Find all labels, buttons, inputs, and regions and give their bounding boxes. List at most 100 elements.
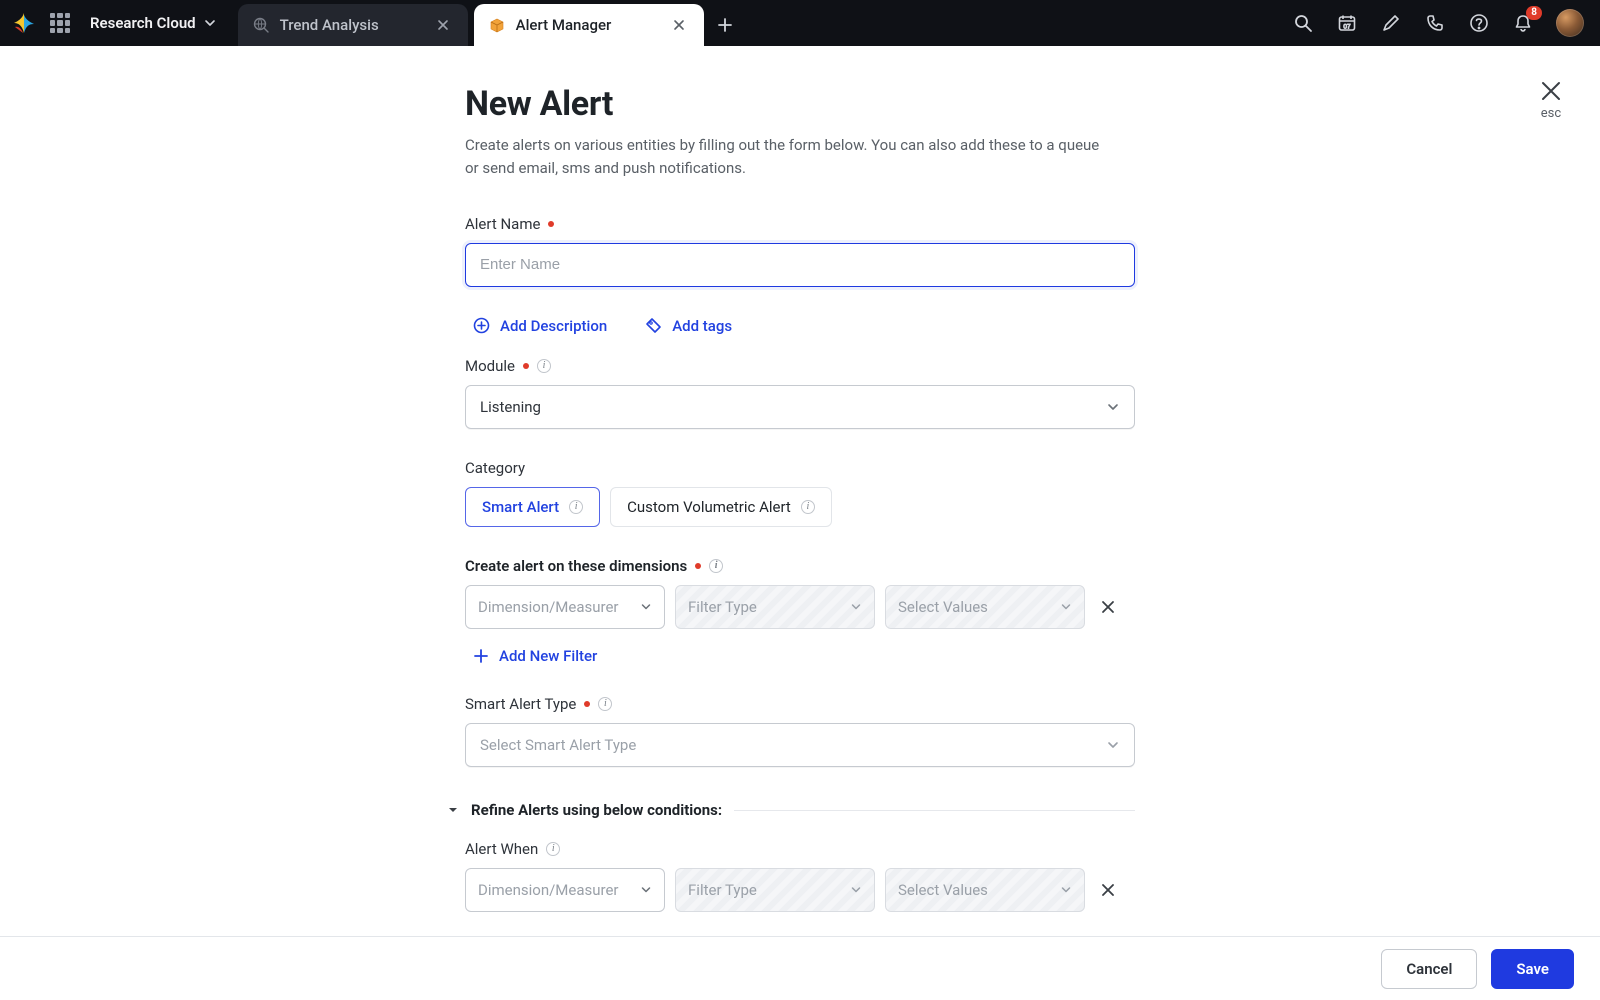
cancel-button[interactable]: Cancel	[1381, 949, 1477, 989]
save-button[interactable]: Save	[1491, 949, 1574, 989]
chevron-down-icon	[1060, 884, 1072, 896]
brand-area	[0, 0, 80, 46]
dimension-select[interactable]: Dimension/Measurer	[465, 585, 665, 629]
chevron-down-icon	[1060, 601, 1072, 613]
alert-when-row: Dimension/Measurer Filter Type Select Va…	[465, 868, 1135, 912]
label-module: Module i	[465, 357, 1135, 375]
tab-close-button[interactable]	[432, 14, 454, 36]
close-icon	[437, 19, 449, 31]
close-icon	[1540, 80, 1562, 102]
caret-down-icon	[447, 804, 459, 816]
field-smart-alert-type: Smart Alert Type i Select Smart Alert Ty…	[465, 695, 1135, 767]
app-logo-icon	[12, 11, 36, 35]
category-options: Smart Alert i Custom Volumetric Alert i	[465, 487, 1135, 527]
calendar-icon: 07	[1337, 13, 1357, 33]
search-icon	[1293, 13, 1313, 33]
category-smart-alert[interactable]: Smart Alert i	[465, 487, 600, 527]
collapse-toggle[interactable]	[447, 801, 459, 820]
filter-type-select[interactable]: Filter Type	[675, 585, 875, 629]
required-dot-icon	[584, 701, 590, 707]
field-alert-when: Alert When i Dimension/Measurer Filter T…	[465, 840, 1135, 912]
svg-text:07: 07	[1343, 24, 1351, 31]
call-button[interactable]	[1424, 12, 1446, 34]
add-tags-button[interactable]: Add tags	[645, 317, 732, 335]
user-avatar[interactable]	[1556, 9, 1584, 37]
alert-when-select-values-select[interactable]: Select Values	[885, 868, 1085, 912]
tab-label: Alert Manager	[516, 16, 658, 34]
globe-search-icon	[252, 16, 270, 34]
required-dot-icon	[548, 221, 554, 227]
tab-label: Trend Analysis	[280, 16, 422, 34]
info-icon[interactable]: i	[569, 500, 583, 514]
chevron-down-icon	[1106, 400, 1120, 414]
label-category: Category	[465, 459, 1135, 477]
chevron-down-icon	[850, 884, 862, 896]
add-new-filter-button[interactable]: Add New Filter	[473, 647, 1135, 665]
topbar-actions: 07 8	[1276, 0, 1600, 46]
chevron-down-icon	[850, 601, 862, 613]
info-icon[interactable]: i	[546, 842, 560, 856]
tab-trend-analysis[interactable]: Trend Analysis	[238, 4, 468, 46]
module-select-value: Listening	[480, 398, 541, 416]
close-icon	[673, 19, 685, 31]
field-dimensions: Create alert on these dimensions i Dimen…	[465, 557, 1135, 665]
page: esc New Alert Create alerts on various e…	[0, 46, 1600, 1000]
required-dot-icon	[695, 563, 701, 569]
field-category: Category Smart Alert i Custom Volumetric…	[465, 459, 1135, 527]
chevron-down-icon	[640, 884, 652, 896]
label-alert-name: Alert Name	[465, 215, 1135, 233]
select-values-select[interactable]: Select Values	[885, 585, 1085, 629]
plus-icon	[717, 17, 733, 33]
notifications-button[interactable]: 8	[1512, 12, 1534, 34]
form-content: New Alert Create alerts on various entit…	[465, 46, 1135, 936]
close-icon	[1100, 599, 1116, 615]
remove-row-button[interactable]	[1095, 594, 1121, 620]
info-icon[interactable]: i	[598, 697, 612, 711]
help-icon	[1469, 13, 1489, 33]
chevron-down-icon	[640, 601, 652, 613]
dimension-row: Dimension/Measurer Filter Type Select Va…	[465, 585, 1135, 629]
help-button[interactable]	[1468, 12, 1490, 34]
field-module: Module i Listening	[465, 357, 1135, 429]
workspace-selector[interactable]: Research Cloud	[80, 0, 238, 46]
tab-alert-manager[interactable]: Alert Manager	[474, 4, 704, 46]
app-switcher-icon[interactable]	[50, 13, 70, 33]
workspace-name: Research Cloud	[90, 14, 196, 32]
compose-button[interactable]	[1380, 12, 1402, 34]
module-select[interactable]: Listening	[465, 385, 1135, 429]
info-icon[interactable]: i	[537, 359, 551, 373]
chevron-down-icon	[1106, 738, 1120, 752]
search-button[interactable]	[1292, 12, 1314, 34]
refine-section-header[interactable]: Refine Alerts using below conditions:	[447, 801, 1135, 820]
remove-row-button[interactable]	[1095, 877, 1121, 903]
alert-name-input[interactable]	[465, 243, 1135, 287]
required-dot-icon	[523, 363, 529, 369]
plus-icon	[473, 648, 489, 664]
calendar-button[interactable]: 07	[1336, 12, 1358, 34]
smart-alert-type-select[interactable]: Select Smart Alert Type	[465, 723, 1135, 767]
alert-when-dimension-select[interactable]: Dimension/Measurer	[465, 868, 665, 912]
notifications-badge: 8	[1526, 6, 1542, 20]
info-icon[interactable]: i	[709, 559, 723, 573]
close-icon	[1100, 882, 1116, 898]
footer-bar: Cancel Save	[0, 936, 1600, 1000]
category-custom-volumetric[interactable]: Custom Volumetric Alert i	[610, 487, 832, 527]
add-description-button[interactable]: Add Description	[473, 317, 607, 335]
close-dialog-button[interactable]: esc	[1540, 80, 1562, 121]
divider-line	[734, 810, 1135, 811]
label-smart-alert-type: Smart Alert Type i	[465, 695, 1135, 713]
inline-actions: Add Description Add tags	[473, 317, 1135, 335]
alert-when-filter-type-select[interactable]: Filter Type	[675, 868, 875, 912]
plus-circle-icon	[473, 317, 490, 334]
label-alert-when: Alert When i	[465, 840, 1135, 858]
page-title: New Alert	[465, 84, 1135, 124]
info-icon[interactable]: i	[801, 500, 815, 514]
tab-close-button[interactable]	[668, 14, 690, 36]
tag-icon	[645, 317, 662, 334]
new-tab-button[interactable]	[704, 4, 746, 46]
tab-strip: Trend Analysis Alert Manager	[238, 0, 746, 46]
field-alert-name: Alert Name	[465, 215, 1135, 287]
label-dimensions: Create alert on these dimensions i	[465, 557, 1135, 575]
package-icon	[488, 16, 506, 34]
pencil-icon	[1381, 13, 1401, 33]
